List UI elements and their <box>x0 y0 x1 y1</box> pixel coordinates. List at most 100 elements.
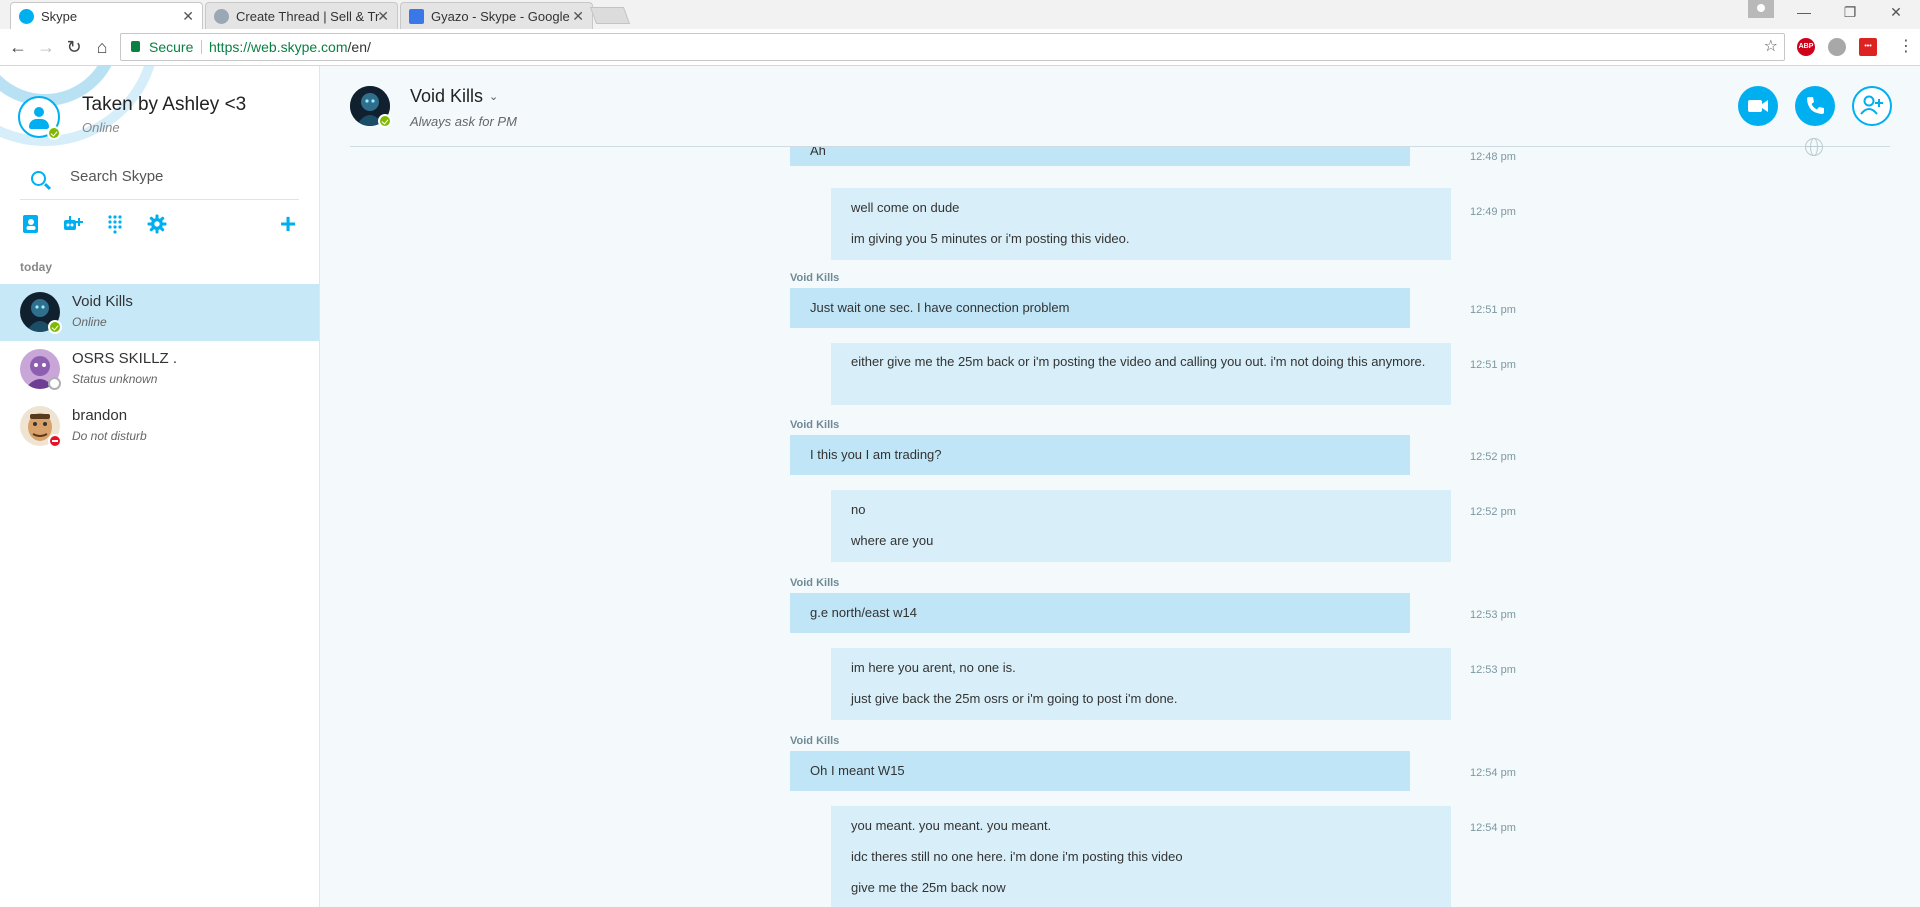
message-timestamp: 12:49 pm <box>1470 206 1516 218</box>
forward-arrow-icon[interactable]: → <box>34 35 58 59</box>
settings-gear-icon[interactable] <box>146 214 168 236</box>
conversation-header: Void Kills ⌄ Always ask for PM <box>320 66 1920 146</box>
skype-app: Taken by Ashley <3 Online + today <box>0 66 1920 907</box>
message-bubble[interactable]: well come on dude im giving you 5 minute… <box>831 188 1451 260</box>
new-tab-button[interactable] <box>589 7 631 24</box>
message-text: give me the 25m back now <box>851 880 1006 895</box>
contact-item-brandon[interactable]: brandon Do not disturb <box>0 398 319 455</box>
profile-status[interactable]: Online <box>82 120 120 135</box>
sidebar: Taken by Ashley <3 Online + today <box>0 66 320 907</box>
home-icon[interactable]: ⌂ <box>90 35 114 59</box>
message-sender: Void Kills <box>790 419 840 431</box>
search-icon <box>31 171 46 186</box>
message-text: you meant. you meant. you meant. <box>851 818 1052 833</box>
message-bubble[interactable]: you meant. you meant. you meant. idc the… <box>831 806 1451 907</box>
message-text: either give me the 25m back or i'm posti… <box>851 354 1426 369</box>
browser-profile-icon[interactable] <box>1748 0 1774 18</box>
do-not-disturb-icon <box>48 434 62 448</box>
browser-tab-skype[interactable]: Skype ✕ <box>10 2 203 29</box>
message-sender: Void Kills <box>790 735 840 747</box>
search-input[interactable] <box>70 168 290 185</box>
browser-menu-icon[interactable]: ⋮ <box>1898 37 1914 57</box>
browser-tab-gyazo[interactable]: Gyazo - Skype - Google ✕ <box>400 2 593 29</box>
dialpad-icon[interactable] <box>104 214 126 236</box>
contacts-book-icon[interactable] <box>20 214 42 236</box>
tab-title: Skype <box>41 9 78 24</box>
restore-window-icon[interactable]: ❐ <box>1830 4 1870 21</box>
contact-status: Online <box>72 315 107 329</box>
message-text: g.e north/east w14 <box>810 605 917 620</box>
bookmark-star-icon[interactable]: ☆ <box>1764 34 1778 60</box>
message-timestamp: 12:52 pm <box>1470 506 1516 518</box>
browser-tabstrip: Skype ✕ Create Thread | Sell & Tr ✕ Gyaz… <box>0 0 1920 29</box>
message-list: Ah 12:48 pm well come on dude im giving … <box>320 147 1920 907</box>
new-conversation-plus-icon[interactable]: + <box>277 210 299 238</box>
secure-label: Secure <box>149 39 194 55</box>
address-separator <box>201 40 202 54</box>
message-timestamp: 12:48 pm <box>1470 151 1516 163</box>
online-presence-icon <box>47 126 61 140</box>
add-bot-icon[interactable] <box>62 214 84 236</box>
default-avatar-icon <box>34 107 44 117</box>
message-bubble[interactable]: no where are you <box>831 490 1451 562</box>
message-sender: Void Kills <box>790 577 840 589</box>
close-tab-icon[interactable]: ✕ <box>377 3 389 29</box>
message-bubble[interactable]: either give me the 25m back or i'm posti… <box>831 343 1451 405</box>
url-host: https://web.skype.com <box>209 39 348 55</box>
message-bubble[interactable]: im here you arent, no one is. just give … <box>831 648 1451 720</box>
message-bubble[interactable]: Ah <box>790 147 1410 166</box>
contact-status: Do not disturb <box>72 429 147 443</box>
message-text: where are you <box>851 533 934 548</box>
search-box[interactable] <box>20 160 299 200</box>
reload-icon[interactable]: ↻ <box>62 35 86 59</box>
message-timestamp: 12:52 pm <box>1470 451 1516 463</box>
message-text: I this you I am trading? <box>810 447 942 462</box>
shield-favicon-icon <box>214 9 229 24</box>
minimize-window-icon[interactable]: — <box>1784 4 1824 20</box>
message-bubble[interactable]: g.e north/east w14 <box>790 593 1410 633</box>
message-timestamp: 12:53 pm <box>1470 664 1516 676</box>
conversation-title[interactable]: Void Kills ⌄ <box>410 86 498 107</box>
message-timestamp: 12:54 pm <box>1470 767 1516 779</box>
contact-status: Status unknown <box>72 372 158 386</box>
message-text: idc theres still no one here. i'm done i… <box>851 849 1183 864</box>
adblock-icon[interactable]: ABP <box>1797 38 1815 56</box>
profile-name[interactable]: Taken by Ashley <3 <box>82 94 246 116</box>
url-text: https://web.skype.com/en/ <box>209 34 371 60</box>
browser-tab-create-thread[interactable]: Create Thread | Sell & Tr ✕ <box>205 2 398 29</box>
close-window-icon[interactable]: ✕ <box>1876 4 1916 21</box>
message-bubble[interactable]: I this you I am trading? <box>790 435 1410 475</box>
online-presence-icon <box>378 114 392 128</box>
phone-icon <box>1807 97 1824 114</box>
tab-title: Create Thread | Sell & Tr <box>236 9 380 24</box>
message-text: Oh I meant W15 <box>810 763 905 778</box>
add-participant-button[interactable] <box>1852 86 1892 126</box>
contact-item-osrs-skillz[interactable]: OSRS SKILLZ . Status unknown <box>0 341 319 398</box>
online-presence-icon <box>48 320 62 334</box>
add-person-icon <box>1860 95 1883 115</box>
close-tab-icon[interactable]: ✕ <box>182 3 194 29</box>
close-tab-icon[interactable]: ✕ <box>572 3 584 29</box>
message-text: im giving you 5 minutes or i'm posting t… <box>851 231 1130 246</box>
message-bubble[interactable]: Just wait one sec. I have connection pro… <box>790 288 1410 328</box>
audio-call-button[interactable] <box>1795 86 1835 126</box>
conversation-pane: Void Kills ⌄ Always ask for PM Ah 12:48 p… <box>320 66 1920 907</box>
message-text: just give back the 25m osrs or i'm going… <box>851 691 1178 706</box>
contact-item-void-kills[interactable]: Void Kills Online <box>0 284 319 341</box>
extension-red-icon[interactable]: ••• <box>1859 38 1877 56</box>
conversation-title-text: Void Kills <box>410 86 484 106</box>
extension-gray-icon[interactable] <box>1828 38 1846 56</box>
browser-toolbar: ← → ↻ ⌂ Secure https://web.skype.com/en/… <box>0 29 1920 66</box>
message-bubble[interactable]: Oh I meant W15 <box>790 751 1410 791</box>
message-text: Just wait one sec. I have connection pro… <box>810 300 1070 315</box>
video-call-button[interactable] <box>1738 86 1778 126</box>
contact-name: brandon <box>72 407 128 424</box>
message-text: Ah <box>810 147 826 158</box>
message-sender: Void Kills <box>790 272 840 284</box>
address-bar[interactable]: Secure https://web.skype.com/en/ ☆ <box>120 33 1785 61</box>
gyazo-favicon-icon <box>409 9 424 24</box>
back-arrow-icon[interactable]: ← <box>6 35 30 59</box>
message-timestamp: 12:51 pm <box>1470 359 1516 371</box>
message-text: im here you arent, no one is. <box>851 660 1016 675</box>
message-text: no <box>851 502 866 517</box>
